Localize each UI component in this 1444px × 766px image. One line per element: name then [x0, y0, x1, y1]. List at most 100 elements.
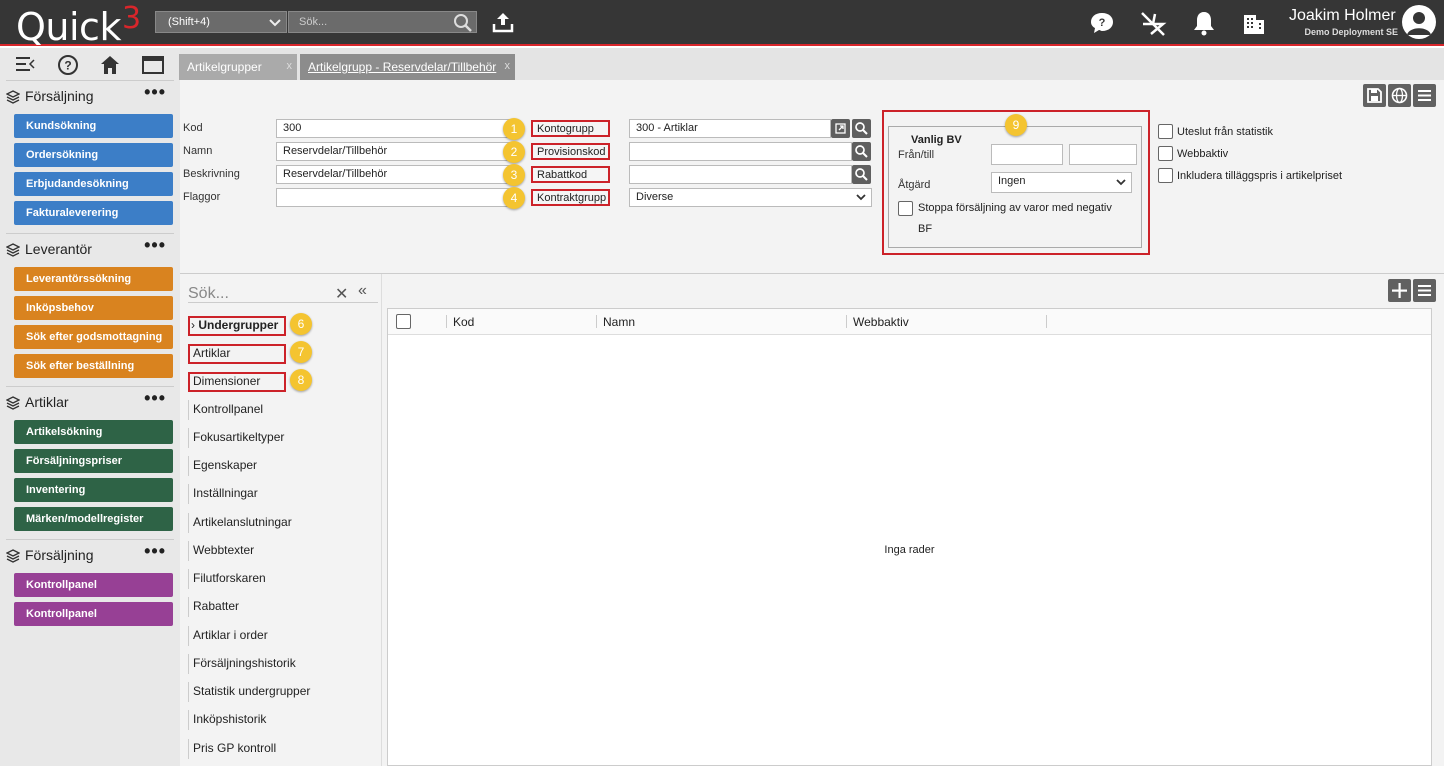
provisionskod-search-button[interactable] — [852, 142, 871, 161]
sidebar-item-artikelsokning[interactable]: Artikelsökning — [14, 420, 173, 444]
collapse-panel-icon[interactable]: « — [358, 282, 367, 300]
sidebar-item-leverantorssokning[interactable]: Leverantörssökning — [14, 267, 173, 291]
callout-badge-6: 6 — [290, 313, 312, 335]
column-header-namn[interactable]: Namn — [603, 315, 635, 329]
subnav-installningar[interactable]: Inställningar — [188, 484, 258, 504]
namn-label: Namn — [183, 145, 213, 157]
subnav-webbtexter[interactable]: Webbtexter — [188, 541, 254, 561]
column-header-kod[interactable]: Kod — [453, 315, 474, 329]
global-search-input[interactable]: Sök... — [288, 11, 477, 33]
home-icon[interactable] — [99, 54, 121, 76]
sidebar-section-leverantor: Leverantör ••• Leverantörssökning Inköps… — [6, 233, 174, 386]
subnav-inkopshistorik[interactable]: Inköpshistorik — [188, 710, 266, 730]
user-name[interactable]: Joakim Holmer — [1289, 7, 1396, 25]
clear-search-icon[interactable]: ✕ — [335, 284, 348, 304]
kontogrupp-input[interactable]: 300 - Artiklar — [629, 119, 831, 138]
help-icon[interactable]: ? — [57, 54, 79, 76]
sidebar-item-kontrollpanel[interactable]: Kontrollpanel — [14, 573, 173, 597]
language-button[interactable] — [1388, 84, 1411, 107]
sidebar-section-title: Försäljning — [25, 547, 94, 563]
sidebar-section-header[interactable]: Försäljning ••• — [6, 82, 174, 109]
rabattkod-search-button[interactable] — [852, 165, 871, 184]
namn-input[interactable]: Reservdelar/Tillbehör — [276, 142, 510, 161]
subnav-egenskaper[interactable]: Egenskaper — [188, 456, 257, 476]
shortcut-select[interactable]: (Shift+4) — [155, 11, 287, 33]
kontraktgrupp-select[interactable]: Diverse — [629, 188, 872, 207]
sidebar-item-bestallning[interactable]: Sök efter beställning — [14, 354, 173, 378]
user-avatar[interactable] — [1402, 5, 1436, 39]
subnav-statistik-undergrupper[interactable]: Statistik undergrupper — [188, 682, 310, 702]
subnav-rabatter[interactable]: Rabatter — [188, 597, 239, 617]
inkludera-tillaggspris-checkbox[interactable] — [1158, 168, 1173, 183]
till-input[interactable] — [1069, 144, 1137, 165]
grid-toolbar — [1386, 279, 1436, 302]
more-options-icon[interactable]: ••• — [144, 81, 166, 103]
subnav-dimensioner[interactable]: Dimensioner — [188, 372, 286, 392]
provisionskod-input[interactable] — [629, 142, 852, 161]
sidebar-item-inventering[interactable]: Inventering — [14, 478, 173, 502]
sidebar-item-godsmottagning[interactable]: Sök efter godsmottagning — [14, 325, 173, 349]
save-button[interactable] — [1363, 84, 1386, 107]
uteslut-statistik-checkbox[interactable] — [1158, 124, 1173, 139]
subnav-artikelanslutningar[interactable]: Artikelanslutningar — [188, 513, 292, 533]
sidebar-section-header[interactable]: Artiklar ••• — [6, 388, 174, 415]
sidebar-item-forsaljningspriser[interactable]: Försäljningspriser — [14, 449, 173, 473]
subnav-pris-gp-kontroll[interactable]: Pris GP kontroll — [188, 739, 276, 759]
rabattkod-input[interactable] — [629, 165, 852, 184]
kod-input[interactable]: 300 — [276, 119, 510, 138]
kontraktgrupp-value: Diverse — [636, 191, 674, 203]
subnav-search-input[interactable]: Sök... — [188, 285, 229, 303]
help-chat-icon[interactable]: ? — [1089, 10, 1115, 36]
menu-button[interactable] — [1413, 84, 1436, 107]
more-options-icon[interactable]: ••• — [144, 234, 166, 256]
sidebar-item-inkopsbehov[interactable]: Inköpsbehov — [14, 296, 173, 320]
new-window-icon[interactable] — [141, 54, 165, 76]
column-header-webbaktiv[interactable]: Webbaktiv — [853, 315, 909, 329]
grid-menu-button[interactable] — [1413, 279, 1436, 302]
stoppa-forsaljning-label: Stoppa försäljning av varor med negativ — [918, 202, 1112, 214]
sidebar-section-header[interactable]: Leverantör ••• — [6, 235, 174, 262]
atgard-select[interactable]: Ingen — [991, 172, 1132, 193]
tab-artikelgrupp-reservdelar[interactable]: Artikelgrupp - Reservdelar/Tillbehör x — [300, 54, 515, 80]
search-icon[interactable] — [453, 13, 473, 33]
subnav-forsaljningshistorik[interactable]: Försäljningshistorik — [188, 654, 296, 674]
sidebar-item-erbjudandesokning[interactable]: Erbjudandesökning — [14, 172, 173, 196]
sidebar-item-markenmodellregister[interactable]: Märken/modellregister — [14, 507, 173, 531]
app-logo[interactable]: Quick3 — [16, 1, 141, 49]
subnav-undergrupper[interactable]: › Undergrupper — [188, 316, 286, 336]
tab-artikelgrupper[interactable]: Artikelgrupper x — [179, 54, 297, 80]
beskrivning-input[interactable]: Reservdelar/Tillbehör — [276, 165, 510, 184]
webbaktiv-checkbox[interactable] — [1158, 146, 1173, 161]
subnav-filutforskaren[interactable]: Filutforskaren — [188, 569, 266, 589]
more-options-icon[interactable]: ••• — [144, 540, 166, 562]
search-underline — [188, 302, 378, 303]
subnav-artiklar-i-order[interactable]: Artiklar i order — [188, 626, 268, 646]
add-row-button[interactable] — [1388, 279, 1411, 302]
column-separator — [596, 315, 597, 328]
notifications-bell-icon[interactable] — [1192, 10, 1216, 36]
callout-badge-9: 9 — [1005, 114, 1027, 136]
company-building-icon[interactable] — [1241, 10, 1267, 36]
more-options-icon[interactable]: ••• — [144, 387, 166, 409]
sidebar-item-fakturaleverering[interactable]: Fakturaleverering — [14, 201, 173, 225]
collapse-menu-icon[interactable] — [14, 54, 36, 74]
sidebar-item-kontrollpanel-2[interactable]: Kontrollpanel — [14, 602, 173, 626]
tab-close-icon[interactable]: x — [287, 60, 293, 72]
no-connection-icon[interactable] — [1139, 10, 1167, 38]
fran-input[interactable] — [991, 144, 1063, 165]
sidebar-section-header[interactable]: Försäljning ••• — [6, 541, 174, 568]
deployment-name: Demo Deployment SE — [1304, 27, 1398, 37]
flaggor-input[interactable] — [276, 188, 510, 207]
subnav-kontrollpanel[interactable]: Kontrollpanel — [188, 400, 263, 420]
sidebar-item-ordersokning[interactable]: Ordersökning — [14, 143, 173, 167]
subnav-fokusartikeltyper[interactable]: Fokusartikeltyper — [188, 428, 284, 448]
tab-close-icon[interactable]: x — [505, 60, 511, 72]
upload-icon[interactable] — [491, 10, 515, 34]
column-separator — [1046, 315, 1047, 328]
subnav-artiklar[interactable]: Artiklar — [188, 344, 286, 364]
stoppa-forsaljning-checkbox[interactable] — [898, 201, 913, 216]
select-all-checkbox[interactable] — [396, 314, 411, 329]
sidebar-item-kundsokning[interactable]: Kundsökning — [14, 114, 173, 138]
kontogrupp-search-button[interactable] — [852, 119, 871, 138]
open-link-button[interactable] — [831, 119, 850, 138]
